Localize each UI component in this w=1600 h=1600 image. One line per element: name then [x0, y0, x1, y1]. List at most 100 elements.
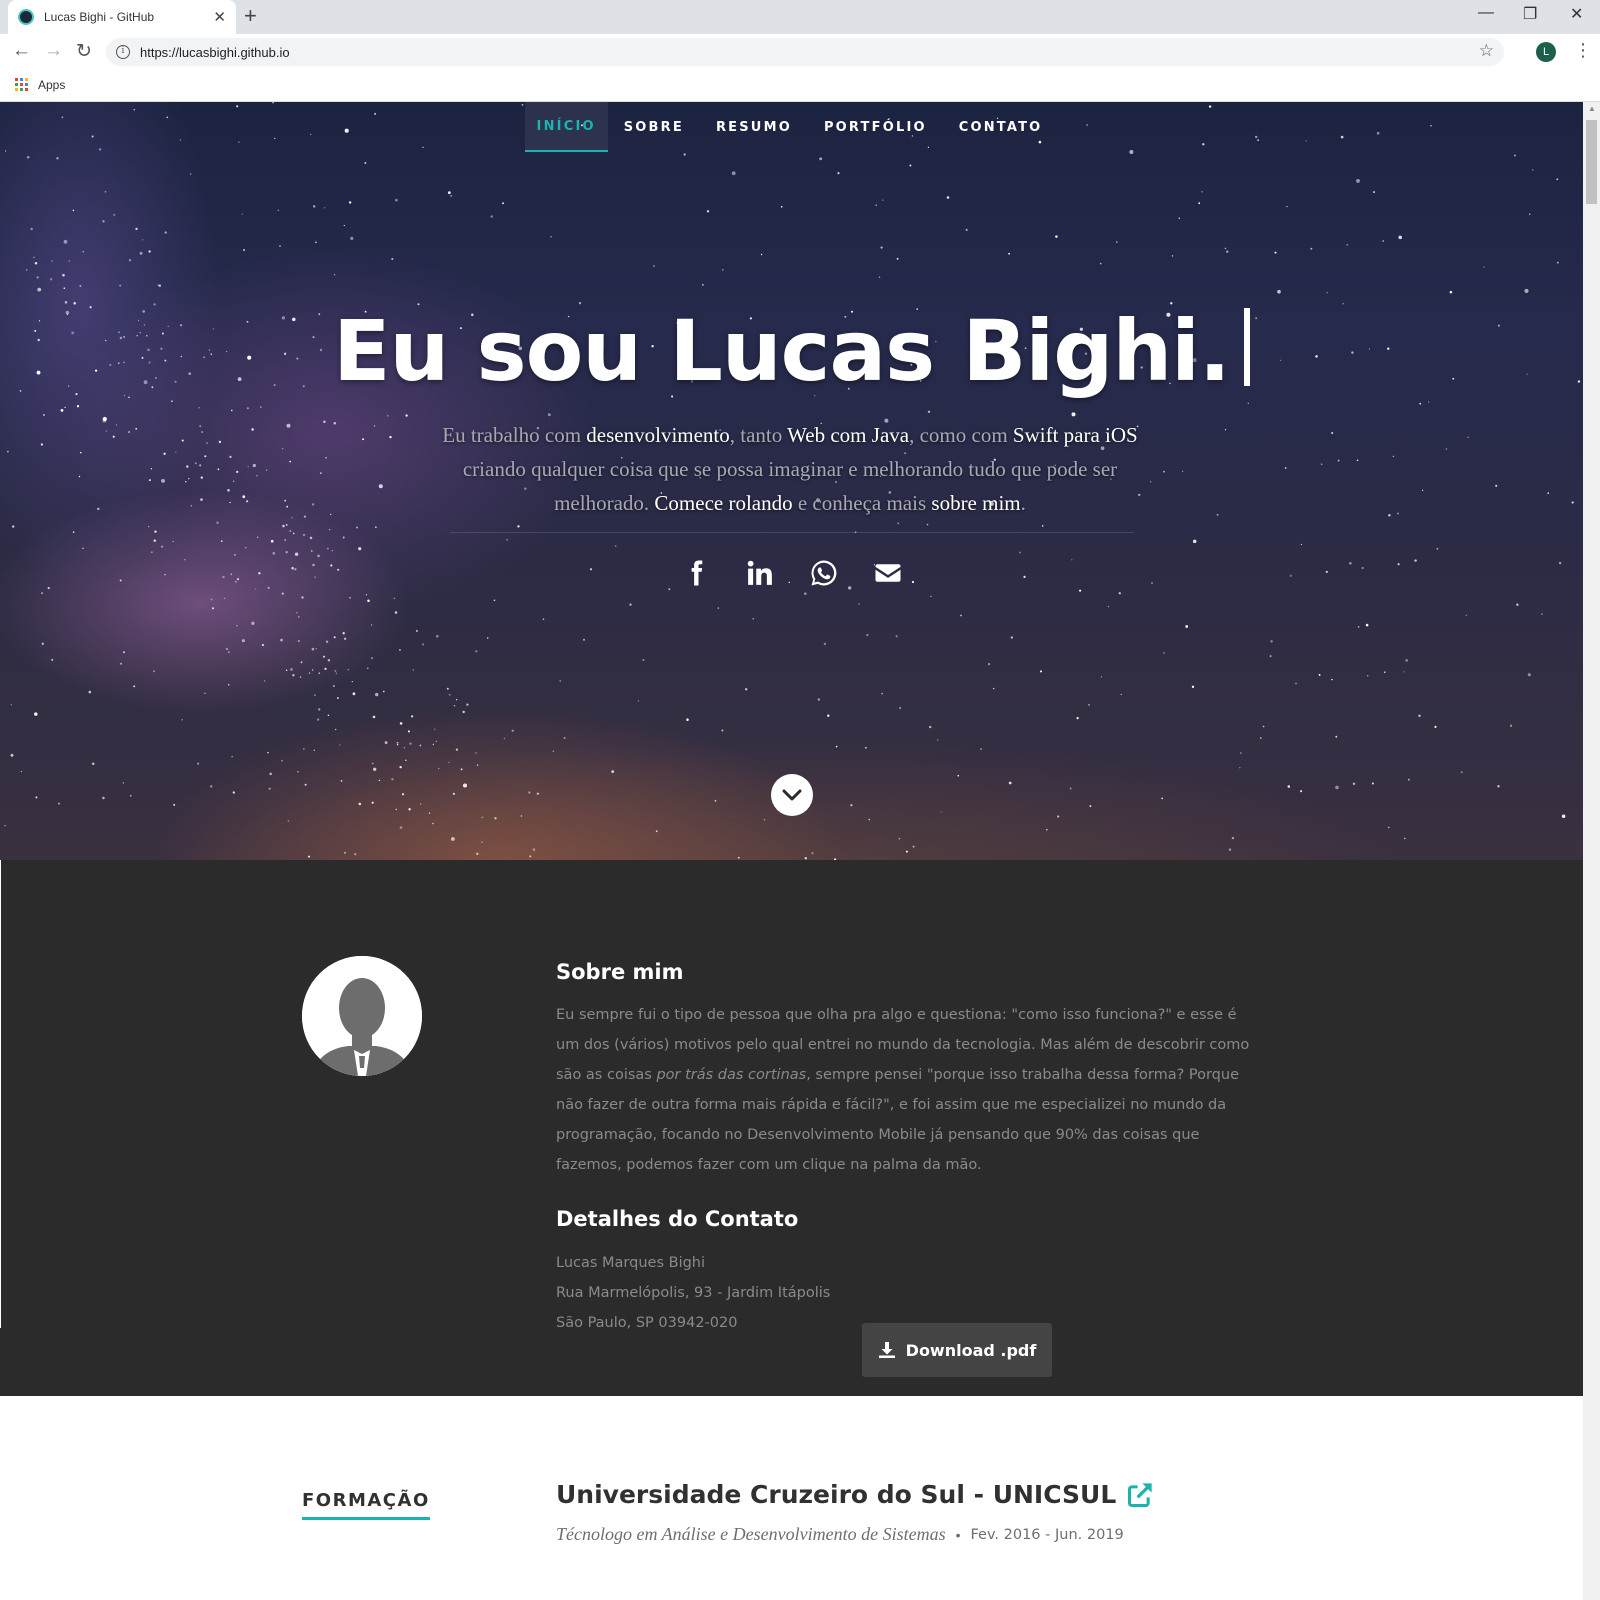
- star: [1527, 673, 1531, 677]
- nav-item-inicio[interactable]: INÍCIO: [524, 102, 608, 152]
- star: [1107, 605, 1110, 608]
- apps-grid-icon[interactable]: [15, 78, 28, 91]
- star: [280, 638, 283, 642]
- star: [128, 431, 131, 433]
- address-bar[interactable]: i https://lucasbighi.github.io ☆: [106, 38, 1504, 66]
- star: [190, 505, 192, 507]
- site-info-icon[interactable]: i: [116, 45, 130, 59]
- reload-icon[interactable]: ↻: [76, 40, 92, 63]
- star: [686, 718, 689, 721]
- nav-item-portfolio[interactable]: PORTFÓLIO: [808, 102, 943, 152]
- star: [1247, 402, 1249, 404]
- star: [188, 478, 190, 480]
- star: [285, 523, 288, 526]
- nav-item-resumo[interactable]: RESUMO: [700, 102, 808, 152]
- scroll-link[interactable]: Comece rolando: [654, 491, 792, 515]
- star: [251, 621, 255, 625]
- hero-intro: Eu trabalho com desenvolvimento, tanto W…: [440, 418, 1140, 520]
- star: [181, 439, 184, 442]
- back-arrow-icon[interactable]: ←: [12, 40, 31, 62]
- star: [316, 718, 320, 721]
- restore-icon[interactable]: ❐: [1523, 4, 1537, 24]
- star: [292, 532, 295, 535]
- star: [446, 687, 449, 690]
- forward-arrow-icon[interactable]: →: [44, 40, 63, 62]
- star: [172, 540, 174, 543]
- star: [372, 715, 376, 719]
- star: [119, 284, 122, 287]
- star: [362, 438, 365, 441]
- star: [394, 611, 398, 614]
- star: [481, 816, 484, 819]
- star: [318, 672, 321, 674]
- star: [1120, 693, 1122, 696]
- linkedin-icon[interactable]: [743, 556, 777, 590]
- star: [300, 661, 303, 664]
- star: [279, 245, 281, 248]
- star: [1010, 636, 1014, 639]
- star: [328, 528, 331, 531]
- scroll-down-button[interactable]: [771, 774, 813, 816]
- facebook-icon[interactable]: [679, 556, 713, 590]
- whatsapp-icon[interactable]: [807, 556, 841, 590]
- external-link-icon[interactable]: [1126, 1481, 1154, 1509]
- star: [327, 714, 330, 717]
- star: [315, 648, 317, 650]
- close-tab-icon[interactable]: ✕: [213, 8, 226, 26]
- star: [313, 749, 316, 752]
- page-scrollbar[interactable]: ▲: [1583, 102, 1600, 1600]
- browser-tab[interactable]: Lucas Bighi - GitHub ✕: [8, 0, 236, 34]
- star: [517, 525, 520, 528]
- star: [344, 851, 346, 854]
- scrollbar-thumb[interactable]: [1586, 120, 1597, 204]
- star: [475, 752, 477, 754]
- star: [422, 643, 425, 646]
- nav-item-sobre[interactable]: SOBRE: [608, 102, 700, 152]
- star: [1419, 402, 1422, 405]
- resume-section: FORMAÇÃO Universidade Cruzeiro do Sul - …: [0, 1396, 1583, 1600]
- star: [717, 607, 720, 610]
- star: [336, 697, 339, 699]
- star: [403, 747, 406, 749]
- star: [366, 667, 369, 670]
- star: [227, 684, 230, 686]
- star: [242, 495, 246, 499]
- star: [1008, 781, 1012, 785]
- star: [387, 415, 389, 417]
- profile-avatar[interactable]: L: [1536, 42, 1556, 62]
- star: [229, 501, 231, 504]
- star: [34, 712, 38, 716]
- apps-bookmark[interactable]: Apps: [38, 78, 65, 92]
- minimize-icon[interactable]: —: [1478, 4, 1494, 22]
- star: [817, 698, 821, 701]
- star: [432, 743, 434, 746]
- star: [82, 251, 84, 253]
- star: [227, 489, 230, 492]
- about-link[interactable]: sobre mim: [931, 491, 1020, 515]
- star: [398, 648, 401, 651]
- star: [1428, 401, 1430, 403]
- close-window-icon[interactable]: ✕: [1570, 4, 1583, 24]
- scroll-up-arrow-icon[interactable]: ▲: [1588, 104, 1596, 113]
- bookmark-star-icon[interactable]: ☆: [1479, 41, 1494, 61]
- new-tab-button[interactable]: +: [244, 5, 257, 27]
- star: [1365, 623, 1369, 627]
- star: [384, 741, 388, 745]
- browser-menu-icon[interactable]: ⋮: [1574, 40, 1592, 61]
- star: [378, 484, 383, 489]
- star: [1171, 255, 1174, 257]
- star: [1407, 778, 1410, 781]
- star: [113, 213, 116, 217]
- star: [158, 284, 161, 287]
- star: [20, 770, 23, 773]
- nav-item-contato[interactable]: CONTATO: [943, 102, 1059, 152]
- star: [25, 269, 28, 271]
- star: [63, 287, 66, 289]
- envelope-icon[interactable]: [871, 556, 905, 590]
- star: [34, 262, 38, 265]
- star: [72, 209, 75, 212]
- star: [1178, 217, 1181, 220]
- star: [356, 526, 358, 529]
- star: [10, 704, 12, 706]
- download-pdf-button[interactable]: Download .pdf: [862, 1323, 1052, 1377]
